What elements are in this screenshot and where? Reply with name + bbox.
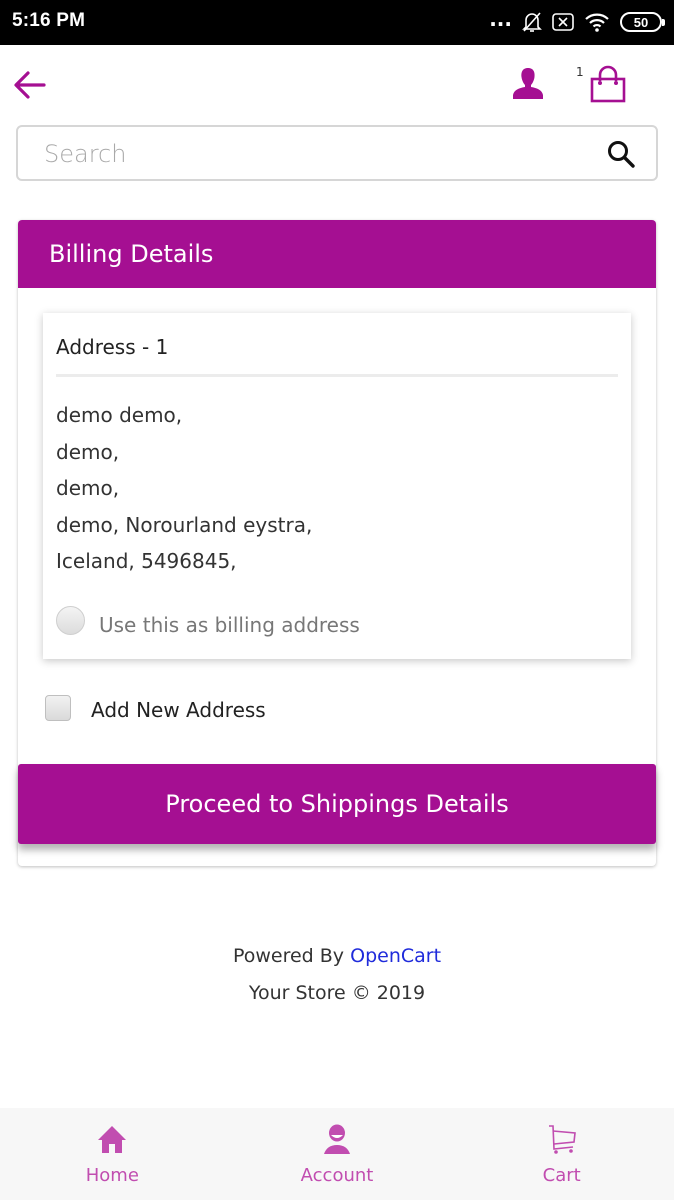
status-time: 5:16 PM <box>12 10 86 31</box>
nav-account-label: Account <box>300 1165 374 1186</box>
battery-indicator: 50 <box>620 12 665 32</box>
nav-account[interactable]: Account <box>225 1108 450 1200</box>
arrow-left-icon <box>14 71 46 99</box>
use-as-billing-option[interactable]: Use this as billing address <box>56 603 360 637</box>
use-as-billing-radio[interactable] <box>56 605 85 635</box>
address-card-title: Address - 1 <box>56 335 169 359</box>
billing-title: Billing Details <box>49 240 214 268</box>
search-bar <box>16 125 658 181</box>
copyright-text: Your Store © 2019 <box>248 982 426 1004</box>
home-icon <box>98 1126 127 1153</box>
address-card: Address - 1 demo demo, demo, demo, demo,… <box>43 313 631 659</box>
address-line: demo, Norourland eystra, <box>56 512 313 537</box>
add-new-address-checkbox[interactable] <box>45 695 71 721</box>
add-new-address-label: Add New Address <box>91 698 266 722</box>
cart-count-badge: 1 <box>576 65 584 79</box>
powered-by-label: Powered By <box>232 945 345 967</box>
search-button[interactable] <box>606 139 636 169</box>
nav-home[interactable]: Home <box>0 1108 225 1200</box>
add-new-address-option[interactable]: Add New Address <box>45 694 266 722</box>
nav-cart[interactable]: Cart <box>449 1108 674 1200</box>
powered-by-text: Powered By OpenCart <box>0 945 674 967</box>
billing-panel: Billing Details Address - 1 demo demo, d… <box>18 220 656 866</box>
bottom-navigation: Home Account Cart <box>0 1108 674 1200</box>
status-icons: ... 50 <box>489 7 665 35</box>
opencart-link[interactable]: OpenCart <box>350 945 441 967</box>
address-line: demo, <box>56 439 120 464</box>
search-input[interactable] <box>44 137 604 171</box>
cart-icon <box>548 1125 576 1154</box>
back-button[interactable] <box>12 67 48 103</box>
app-header: 1 <box>0 45 674 123</box>
shopping-bag-icon <box>590 65 626 103</box>
account-button[interactable] <box>510 65 546 101</box>
nav-cart-label: Cart <box>542 1165 581 1186</box>
more-notifications-indicator: ... <box>489 7 512 31</box>
address-line: demo demo, <box>56 403 183 427</box>
sim-none-icon <box>552 13 574 31</box>
use-as-billing-label: Use this as billing address <box>99 613 360 637</box>
bell-muted-icon <box>522 12 542 32</box>
status-bar: 5:16 PM ... 50 <box>0 0 674 45</box>
nav-home-label: Home <box>85 1165 139 1186</box>
search-icon <box>608 141 635 168</box>
address-line: demo, <box>56 476 120 500</box>
account-icon <box>324 1124 350 1154</box>
wifi-icon <box>585 13 609 32</box>
proceed-to-shipping-button[interactable]: Proceed to Shippings Details <box>18 764 656 844</box>
address-line: Iceland, 5496845, <box>56 549 237 573</box>
address-lines: demo demo, demo, demo, demo, Norourland … <box>56 397 312 580</box>
billing-panel-header: Billing Details <box>18 220 656 288</box>
page-footer: Powered By OpenCart Your Store © 2019 <box>0 945 674 1004</box>
user-silhouette-icon <box>513 68 543 99</box>
cart-bag-button[interactable] <box>588 65 628 103</box>
battery-level: 50 <box>633 14 649 30</box>
divider <box>56 374 618 377</box>
